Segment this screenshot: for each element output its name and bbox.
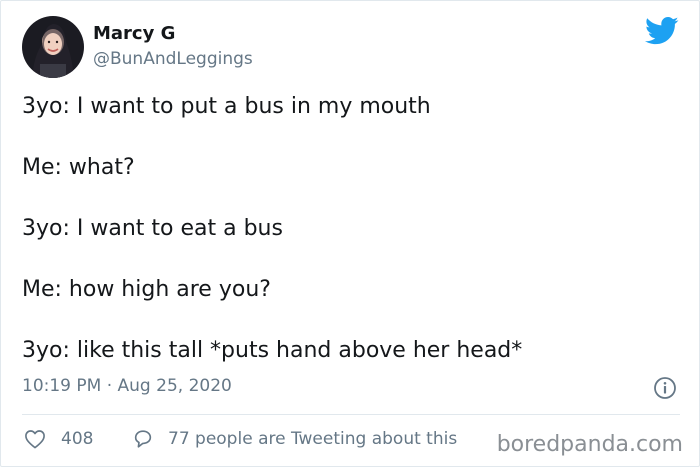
info-icon[interactable] bbox=[653, 376, 677, 400]
divider bbox=[22, 414, 680, 415]
tweet-timestamp[interactable]: 10:19 PM · Aug 25, 2020 bbox=[22, 376, 232, 396]
tweet-line: Me: how high are you? bbox=[22, 277, 271, 302]
reply-bubble-icon[interactable] bbox=[132, 428, 154, 450]
tweet-line: Me: what? bbox=[22, 155, 135, 180]
tweet-line: 3yo: I want to eat a bus bbox=[22, 216, 283, 241]
avatar[interactable] bbox=[22, 16, 84, 78]
tweet-text: 3yo: I want to put a bus in my mouth Me:… bbox=[22, 93, 682, 365]
watermark: boredpanda.com bbox=[496, 432, 683, 457]
avatar-image bbox=[22, 16, 84, 78]
tweet-line: 3yo: like this tall *puts hand above her… bbox=[22, 338, 523, 363]
twitter-bird-icon[interactable] bbox=[645, 16, 679, 46]
display-name[interactable]: Marcy G bbox=[93, 23, 175, 44]
like-count: 408 bbox=[61, 429, 94, 449]
tweet-card: Marcy G @BunAndLeggings 3yo: I want to p… bbox=[0, 0, 700, 467]
tweeting-about-link[interactable]: 77 people are Tweeting about this bbox=[168, 429, 457, 449]
tweet-line: 3yo: I want to put a bus in my mouth bbox=[22, 94, 431, 119]
heart-icon[interactable] bbox=[24, 429, 46, 449]
user-handle[interactable]: @BunAndLeggings bbox=[93, 49, 253, 69]
